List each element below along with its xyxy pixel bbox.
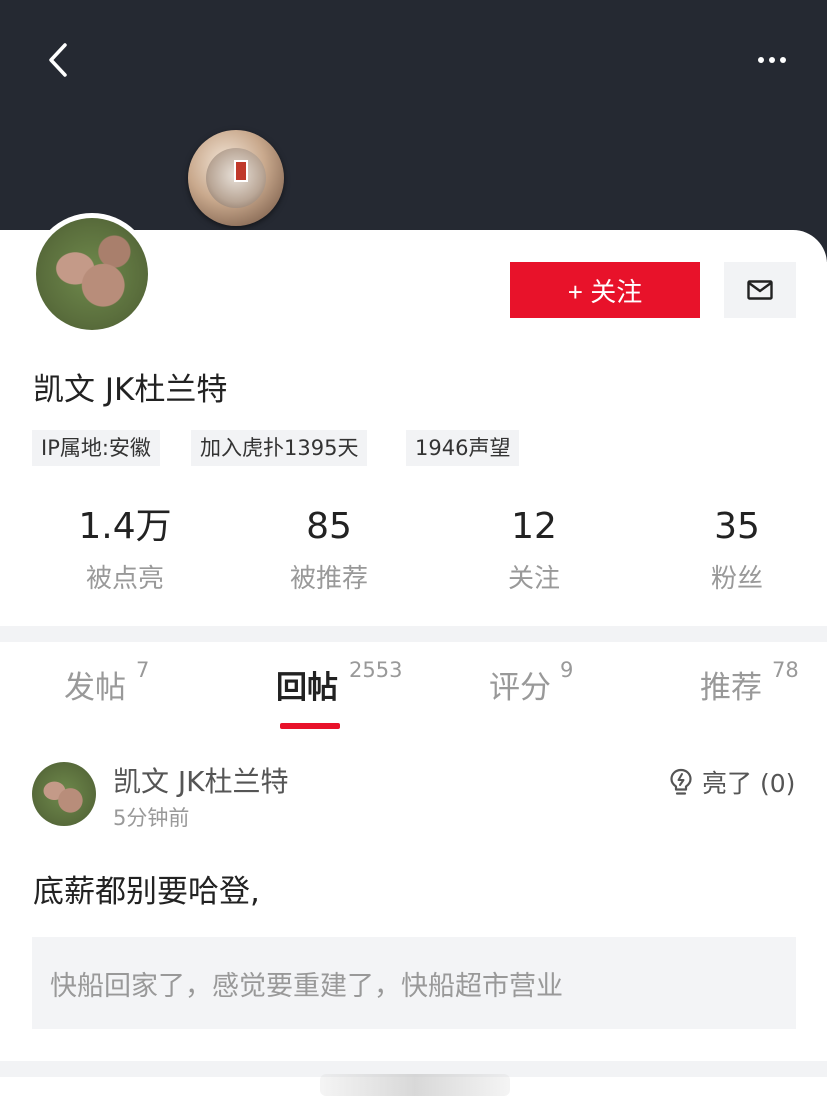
- message-button[interactable]: [724, 262, 796, 318]
- more-dot: [769, 57, 775, 63]
- back-button[interactable]: [36, 38, 80, 82]
- avatar-image: [36, 218, 148, 330]
- more-options-button[interactable]: [748, 40, 796, 80]
- post-timestamp: 5分钟前: [113, 806, 190, 830]
- stat-value: 35: [714, 506, 760, 547]
- tab-count: 9: [560, 658, 574, 682]
- post-body-text[interactable]: 底薪都别要哈登,: [33, 866, 260, 911]
- tab-label: 评分: [489, 670, 551, 706]
- profile-username: 凯文 JK杜兰特: [33, 372, 228, 408]
- more-horizontal-icon: [758, 57, 764, 63]
- lightbulb-icon: [670, 768, 692, 795]
- stat-label: 关注: [507, 564, 560, 594]
- stat-label: 被推荐: [289, 564, 368, 594]
- light-up-count: 亮了 (0): [702, 769, 796, 798]
- tab-label: 发帖: [64, 670, 126, 706]
- medal-emblem: [234, 160, 248, 182]
- stat-label: 被点亮: [85, 564, 164, 594]
- tab-recommendations[interactable]: 推荐 78: [700, 658, 799, 707]
- tab-count: 78: [772, 658, 799, 682]
- follow-button[interactable]: + 关注: [510, 262, 700, 318]
- stat-value: 1.4万: [78, 506, 172, 547]
- mail-icon: [747, 280, 773, 300]
- tab-count: 2553: [349, 658, 403, 682]
- stat-likes[interactable]: 1.4万 被点亮: [25, 502, 225, 595]
- reputation-tag: 1946声望: [406, 430, 520, 466]
- tab-label: 回帖: [276, 670, 338, 706]
- achievement-medal-icon[interactable]: [188, 130, 284, 226]
- ip-location-tag: IP属地:安徽: [32, 430, 160, 466]
- tab-label: 推荐: [700, 670, 762, 706]
- stat-followers[interactable]: 35 粉丝: [637, 502, 827, 595]
- section-divider: [0, 626, 827, 642]
- stat-value: 85: [306, 506, 352, 547]
- stat-following[interactable]: 12 关注: [434, 502, 634, 595]
- post-author-avatar[interactable]: [32, 762, 96, 826]
- post-author-name[interactable]: 凯文 JK杜兰特: [113, 760, 289, 800]
- next-item-placeholder: [320, 1074, 510, 1096]
- join-days-tag: 加入虎扑1395天: [191, 430, 368, 466]
- stat-label: 粉丝: [710, 564, 763, 594]
- tab-replies[interactable]: 回帖 2553: [276, 658, 402, 707]
- stat-value: 12: [511, 506, 557, 547]
- quoted-post-text: 快船回家了，感觉要重建了，快船超市营业: [50, 970, 563, 1002]
- profile-avatar[interactable]: [31, 213, 153, 335]
- stat-recommended[interactable]: 85 被推荐: [229, 502, 429, 595]
- chevron-left-icon: [49, 43, 67, 77]
- active-tab-indicator: [280, 723, 340, 729]
- light-up-button[interactable]: 亮了 (0): [668, 764, 795, 800]
- tab-posts[interactable]: 发帖 7: [64, 658, 149, 707]
- tab-count: 7: [136, 658, 150, 682]
- quoted-post[interactable]: 快船回家了，感觉要重建了，快船超市营业: [32, 937, 796, 1029]
- more-dot: [780, 57, 786, 63]
- tab-ratings[interactable]: 评分 9: [489, 658, 573, 707]
